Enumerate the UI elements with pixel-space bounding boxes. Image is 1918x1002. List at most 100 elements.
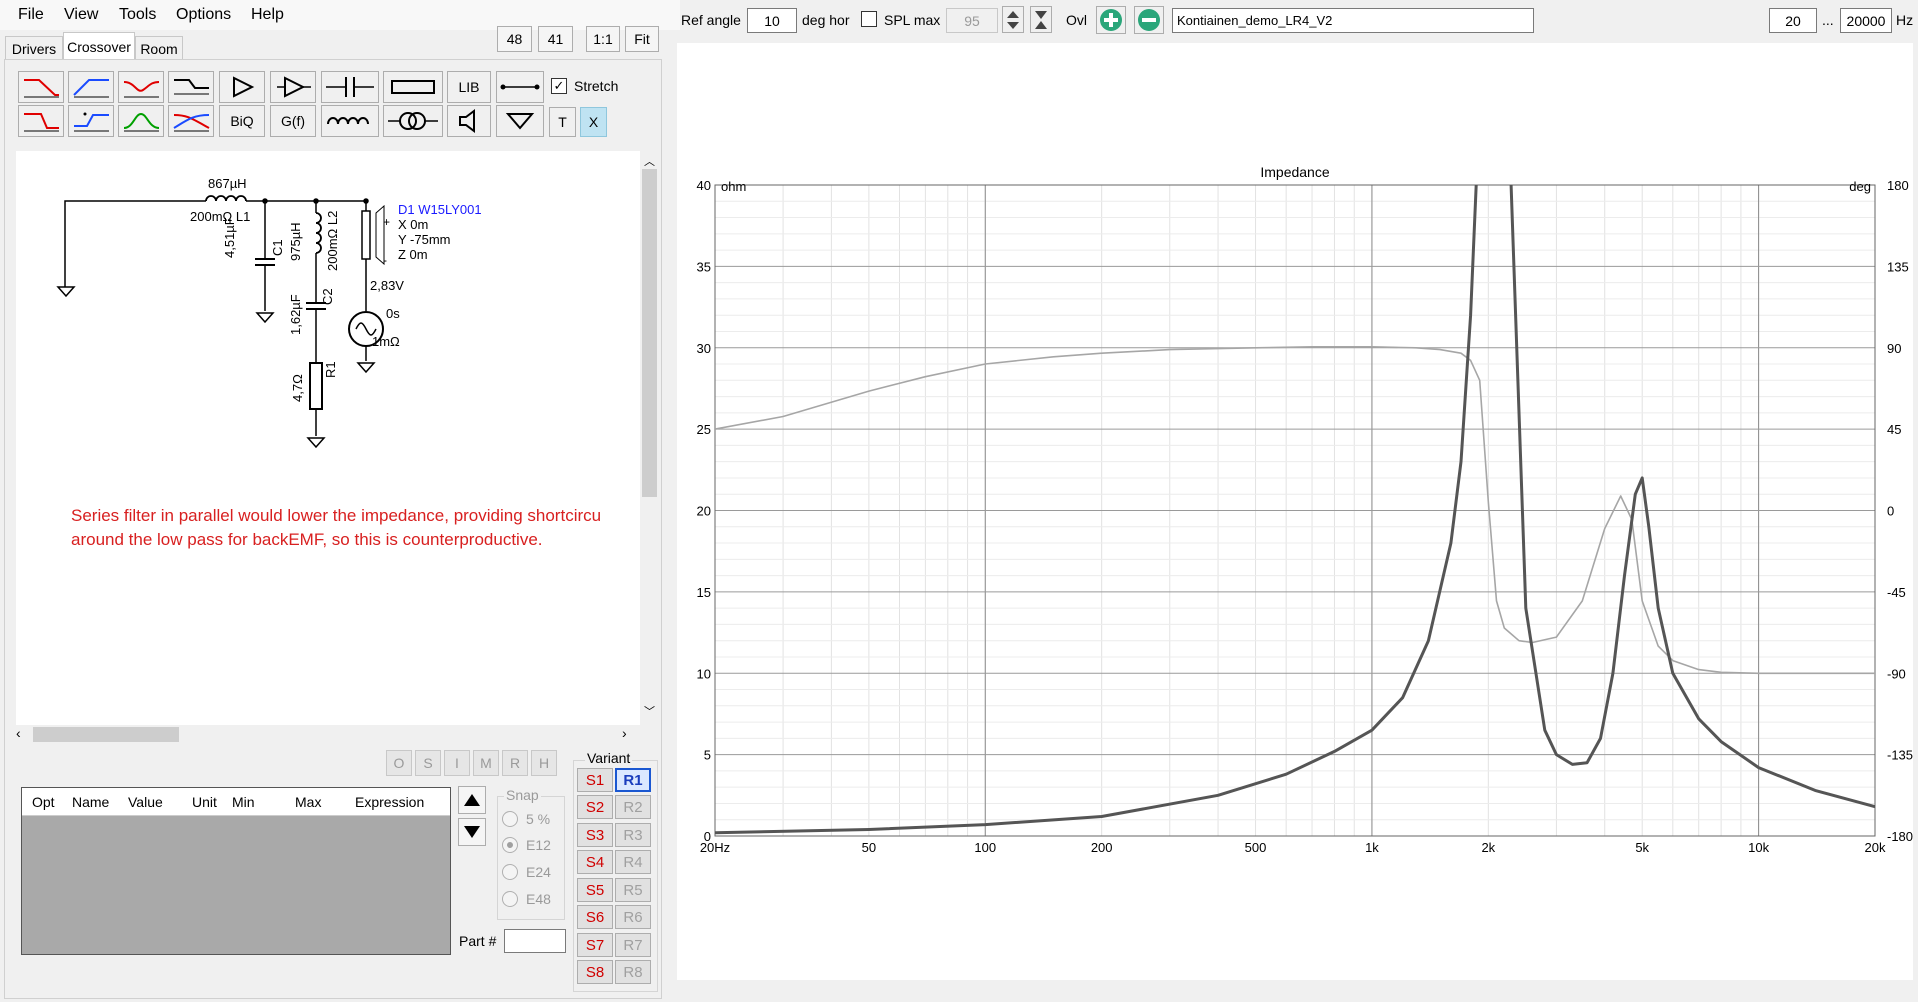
variant-s6-button[interactable]: S6 [577,905,613,929]
amplifier-button[interactable] [270,71,316,103]
bandpass-button[interactable] [118,105,164,137]
opt-r-button[interactable]: R [502,750,528,776]
tab-room[interactable]: Room [135,36,183,60]
move-up-button[interactable] [458,786,486,814]
variant-s4-button[interactable]: S4 [577,850,613,874]
optimizer-table[interactable]: Opt Name Value Unit Min Max Expression [21,787,451,955]
spl-updown-button[interactable] [1002,6,1024,33]
variant-r1-button[interactable]: R1 [615,768,651,792]
menu-options[interactable]: Options [176,6,231,24]
vertical-scroll-thumb[interactable] [642,169,657,497]
col-expression[interactable]: Expression [355,794,424,810]
buffer-button[interactable] [219,71,265,103]
lowpass-2-button[interactable] [18,105,64,137]
menu-tools[interactable]: Tools [119,6,156,24]
variant-s8-button[interactable]: S8 [577,960,613,984]
highpass-2-button[interactable] [68,105,114,137]
ground-button[interactable] [496,105,544,137]
snap-5pct-radio[interactable]: 5 % [502,811,550,827]
radio-selected-icon [502,837,518,853]
x-tick-label: 50 [862,840,876,855]
transformer-button[interactable] [383,105,443,137]
zoom-1to1-button[interactable]: 1:1 [586,26,620,52]
variant-r6-button[interactable]: R6 [615,905,651,929]
snap-e12-radio[interactable]: E12 [502,837,551,853]
scroll-up-icon[interactable]: ︿ [644,153,655,169]
variant-s5-button[interactable]: S5 [577,878,613,902]
opt-s-button[interactable]: S [415,750,441,776]
project-name-input[interactable]: Kontiainen_demo_LR4_V2 [1172,8,1534,33]
gf-button[interactable]: G(f) [270,105,316,137]
menu-file[interactable]: File [18,6,44,24]
col-min[interactable]: Min [232,794,255,810]
text-button[interactable]: T [549,107,576,137]
variant-r7-button[interactable]: R7 [615,933,651,957]
variant-s3-button[interactable]: S3 [577,823,613,847]
variant-r5-button[interactable]: R5 [615,878,651,902]
move-down-button[interactable] [458,818,486,846]
vertical-scrollbar[interactable]: ︿ ﹀ [640,151,659,725]
shelf-filter-button[interactable] [168,71,214,103]
opt-m-button[interactable]: M [473,750,499,776]
impedance-chart[interactable]: 0510152025303540-180-135-90-450459013518… [677,43,1913,980]
spl-fit-button[interactable] [1030,6,1052,33]
x-tick-label: 100 [974,840,996,855]
variant-s7-button[interactable]: S7 [577,933,613,957]
scroll-right-icon[interactable]: › [622,725,627,741]
variant-r3-button[interactable]: R3 [615,823,651,847]
crossover-button[interactable] [168,105,214,137]
tab-crossover[interactable]: Crossover [63,32,135,60]
notch-filter-button[interactable] [118,71,164,103]
menu-help[interactable]: Help [251,6,284,24]
tab-drivers[interactable]: Drivers [5,36,63,60]
variant-r8-button[interactable]: R8 [615,960,651,984]
horizontal-scrollbar[interactable]: ‹ › [16,725,642,744]
stretch-checkbox[interactable]: ✓ [551,78,567,94]
zoom-41-button[interactable]: 41 [538,26,573,52]
col-max[interactable]: Max [295,794,321,810]
variant-s2-button[interactable]: S2 [577,795,613,819]
freq-max-input[interactable]: 20000 [1840,8,1892,33]
lowpass-filter-button[interactable] [18,71,64,103]
horizontal-scroll-thumb[interactable] [33,727,179,742]
x-button[interactable]: X [580,107,607,137]
remove-overlay-button[interactable] [1134,6,1164,34]
part-number-input[interactable] [504,929,566,953]
highpass-filter-button[interactable] [68,71,114,103]
spl-max-checkbox[interactable] [861,11,877,27]
menu-view[interactable]: View [64,6,98,24]
col-opt[interactable]: Opt [32,794,55,810]
part-number-label: Part # [459,933,497,949]
opt-h-button[interactable]: H [531,750,557,776]
scroll-left-icon[interactable]: ‹ [16,725,21,741]
wire-button[interactable] [496,71,544,103]
biquad-button[interactable]: BiQ [219,105,265,137]
library-button[interactable]: LIB [447,71,491,103]
resistor-button[interactable] [383,71,443,103]
zoom-48-button[interactable]: 48 [497,26,532,52]
inductor-button[interactable] [321,105,379,137]
impedance-magnitude-line [715,185,1875,835]
col-value[interactable]: Value [128,794,163,810]
col-name[interactable]: Name [72,794,109,810]
y-right-tick-label: 135 [1887,259,1909,274]
opt-o-button[interactable]: O [386,750,412,776]
zoom-fit-button[interactable]: Fit [625,26,659,52]
speaker-button[interactable] [447,105,491,137]
scroll-down-icon[interactable]: ﹀ [644,703,655,719]
variant-r4-button[interactable]: R4 [615,850,651,874]
add-overlay-button[interactable] [1096,6,1126,34]
opt-i-button[interactable]: I [444,750,470,776]
variant-r2-button[interactable]: R2 [615,795,651,819]
radio-circle-icon [502,811,518,827]
col-unit[interactable]: Unit [192,794,217,810]
lowpass-step-icon [24,113,59,132]
freq-min-input[interactable]: 20 [1769,8,1817,33]
spl-max-input[interactable]: 95 [946,8,998,33]
ref-angle-input[interactable]: 10 [747,8,797,33]
snap-e24-radio[interactable]: E24 [502,864,551,880]
notch-icon [123,81,160,98]
capacitor-button[interactable] [321,71,379,103]
snap-e48-radio[interactable]: E48 [502,891,551,907]
variant-s1-button[interactable]: S1 [577,768,613,792]
